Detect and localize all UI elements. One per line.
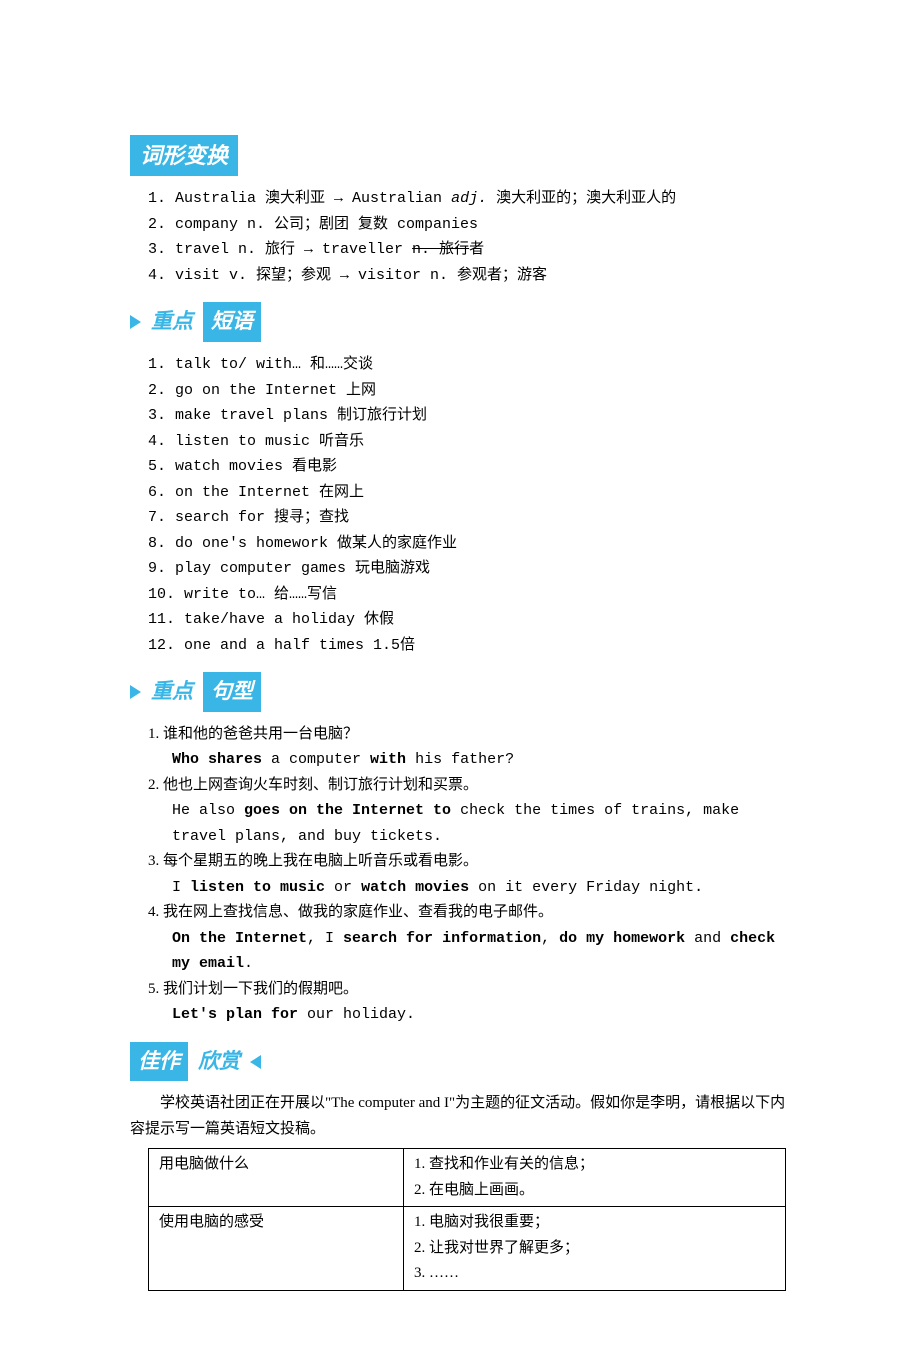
table-row: 使用电脑的感受 1. 电脑对我很重要； 2. 让我对世界了解更多； 3. …… [149, 1207, 786, 1291]
heading-part: 句型 [203, 672, 261, 712]
heading-part: 重点 [147, 304, 197, 340]
list-item: 1. Australia 澳大利亚 → Australian adj. 澳大利亚… [148, 186, 795, 212]
list-item: 11. take/have a holiday 休假 [148, 607, 795, 633]
text-bold: goes on the Internet to [244, 802, 451, 819]
list-item: 6. on the Internet 在网上 [148, 480, 795, 506]
sentence-en: He also goes on the Internet to check th… [172, 798, 795, 849]
sentence-cn: 2. 他也上网查询火车时刻、制订旅行计划和买票。 [148, 773, 795, 799]
text-bold: listen to music [190, 879, 325, 896]
essay-intro: 学校英语社团正在开展以"The computer and I"为主题的征文活动。… [130, 1091, 795, 1142]
triangle-icon [130, 685, 141, 699]
heading-phrases: 重点 短语 [130, 302, 795, 342]
table-cell: 使用电脑的感受 [149, 1207, 404, 1291]
table-cell: 1. 电脑对我很重要； 2. 让我对世界了解更多； 3. …… [403, 1207, 785, 1291]
text: 3. travel n. 旅行 → traveller [148, 241, 412, 258]
text-bold: On the Internet [172, 930, 307, 947]
text: Australia 澳大利亚 → Australian [175, 190, 451, 207]
text: 澳大利亚的；澳大利亚人的 [487, 190, 676, 207]
text: 1. [148, 190, 175, 207]
text-strike: n. 旅行 [412, 241, 469, 258]
list-item: 10. write to… 给……写信 [148, 582, 795, 608]
text-bold: watch movies [361, 879, 469, 896]
text: I [172, 879, 190, 896]
sentence-cn: 3. 每个星期五的晚上我在电脑上听音乐或看电影。 [148, 849, 795, 875]
text-italic: adj. [451, 190, 487, 207]
text: or [325, 879, 361, 896]
list-item: 8. do one's homework 做某人的家庭作业 [148, 531, 795, 557]
text: 3. …… [414, 1261, 775, 1287]
sentence-cn: 1. 谁和他的爸爸共用一台电脑？ [148, 722, 795, 748]
sentence-cn: 5. 我们计划一下我们的假期吧。 [148, 977, 795, 1003]
list-item: 2. company n. 公司；剧团 复数 companies [148, 212, 795, 238]
list-item: 12. one and a half times 1.5倍 [148, 633, 795, 659]
triangle-icon [130, 315, 141, 329]
text: 2. 让我对世界了解更多； [414, 1236, 775, 1262]
table-cell: 用电脑做什么 [149, 1149, 404, 1207]
list-item: 7. search for 搜寻；查找 [148, 505, 795, 531]
heading-sentences: 重点 句型 [130, 672, 795, 712]
text: 者 [469, 241, 484, 258]
word-forms-list: 1. Australia 澳大利亚 → Australian adj. 澳大利亚… [148, 186, 795, 288]
text-bold: search for information [343, 930, 541, 947]
heading-part: 欣赏 [194, 1044, 244, 1080]
sentence-en: Let's plan for our holiday. [172, 1002, 795, 1028]
text: 1. 电脑对我很重要； [414, 1210, 775, 1236]
text: He also [172, 802, 244, 819]
text: , I [307, 930, 343, 947]
text: 1. 查找和作业有关的信息； [414, 1152, 775, 1178]
sentence-cn: 4. 我在网上查找信息、做我的家庭作业、查看我的电子邮件。 [148, 900, 795, 926]
list-item: 4. listen to music 听音乐 [148, 429, 795, 455]
heading-word-forms: 词形变换 [130, 135, 238, 176]
list-item: 4. visit v. 探望；参观 → visitor n. 参观者；游客 [148, 263, 795, 289]
text: on it every Friday night. [469, 879, 703, 896]
list-item: 9. play computer games 玩电脑游戏 [148, 556, 795, 582]
heading-part: 佳作 [130, 1042, 188, 1082]
heading-part: 重点 [147, 674, 197, 710]
text-bold: with [370, 751, 406, 768]
sentence-en: Who shares a computer with his father? [172, 747, 795, 773]
sentence-en: On the Internet, I search for informatio… [172, 926, 795, 977]
text: a computer [262, 751, 370, 768]
sentences-list: 1. 谁和他的爸爸共用一台电脑？ Who shares a computer w… [148, 722, 795, 1028]
essay-table: 用电脑做什么 1. 查找和作业有关的信息； 2. 在电脑上画画。 使用电脑的感受… [148, 1148, 786, 1291]
text-bold: Who shares [172, 751, 262, 768]
list-item: 3. travel n. 旅行 → traveller n. 旅行者 [148, 237, 795, 263]
table-cell: 1. 查找和作业有关的信息； 2. 在电脑上画画。 [403, 1149, 785, 1207]
text-bold: Let's plan for [172, 1006, 298, 1023]
list-item: 3. make travel plans 制订旅行计划 [148, 403, 795, 429]
heading-essay: 佳作 欣赏 [130, 1042, 795, 1082]
list-item: 1. talk to/ with… 和……交谈 [148, 352, 795, 378]
text: our holiday. [298, 1006, 415, 1023]
text-bold: do my homework [559, 930, 685, 947]
text: . [244, 955, 253, 972]
page: 词形变换 1. Australia 澳大利亚 → Australian adj.… [0, 0, 920, 1371]
text: 2. 在电脑上画画。 [414, 1178, 775, 1204]
text: and [685, 930, 730, 947]
sentence-en: I listen to music or watch movies on it … [172, 875, 795, 901]
list-item: 5. watch movies 看电影 [148, 454, 795, 480]
text: , [541, 930, 559, 947]
list-item: 2. go on the Internet 上网 [148, 378, 795, 404]
table-row: 用电脑做什么 1. 查找和作业有关的信息； 2. 在电脑上画画。 [149, 1149, 786, 1207]
heading-part: 短语 [203, 302, 261, 342]
phrases-list: 1. talk to/ with… 和……交谈 2. go on the Int… [148, 352, 795, 658]
text: his father? [406, 751, 514, 768]
triangle-icon [250, 1055, 261, 1069]
